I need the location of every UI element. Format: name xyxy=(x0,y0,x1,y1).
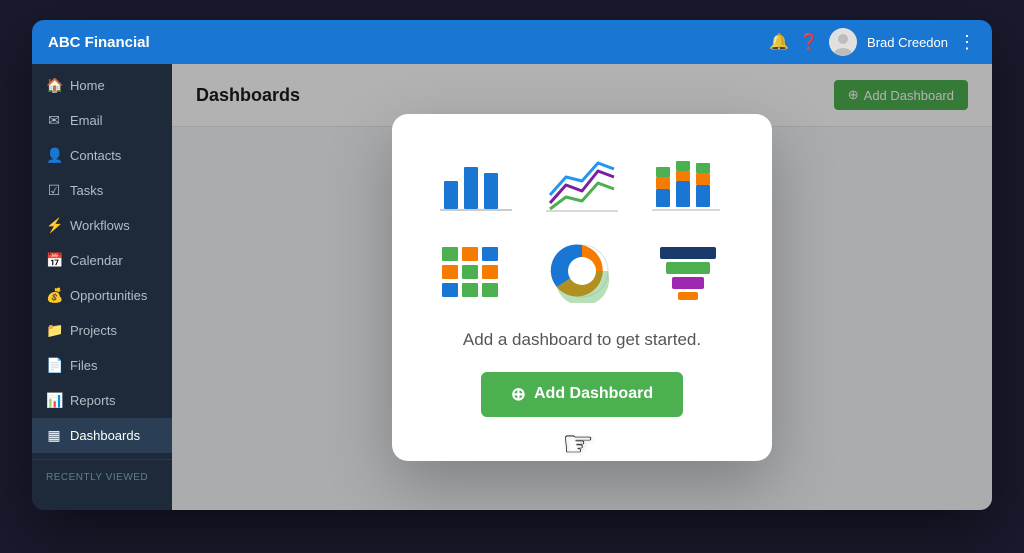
sidebar: 🏠 Home ✉ Email 👤 Contacts ☑ Tasks ⚡ Work… xyxy=(32,64,172,510)
workflows-icon: ⚡ xyxy=(46,217,62,234)
sidebar-item-home[interactable]: 🏠 Home xyxy=(32,68,172,103)
sidebar-item-label: Dashboards xyxy=(70,428,140,443)
sidebar-item-label: Contacts xyxy=(70,148,121,163)
sidebar-item-label: Files xyxy=(70,358,97,373)
content-area: Dashboards ⊕ Add Dashboard xyxy=(172,64,992,510)
sidebar-item-label: Opportunities xyxy=(70,288,147,303)
funnel-chart-icon xyxy=(643,236,733,306)
dashboards-icon: ▦ xyxy=(46,427,62,444)
projects-icon: 📁 xyxy=(46,322,62,339)
sidebar-item-dashboards[interactable]: ▦ Dashboards xyxy=(32,418,172,453)
sidebar-item-reports[interactable]: 📊 Reports xyxy=(32,383,172,418)
contacts-icon: 👤 xyxy=(46,147,62,164)
top-bar: ABC Financial 🔔 ❓ Brad Creedon ⋮ xyxy=(32,20,992,64)
plus-circle-icon: ⊕ xyxy=(511,384,526,405)
sidebar-item-label: Home xyxy=(70,78,105,93)
tasks-icon: ☑ xyxy=(46,182,62,199)
recently-viewed-label: RECENTLY VIEWED xyxy=(32,466,172,485)
more-icon[interactable]: ⋮ xyxy=(958,32,976,53)
donut-chart-icon xyxy=(537,236,627,306)
modal-overlay: Add a dashboard to get started. ⊕ Add Da… xyxy=(172,64,992,510)
bell-icon[interactable]: 🔔 xyxy=(769,32,789,52)
line-chart-icon xyxy=(537,150,627,220)
chart-icons-grid xyxy=(431,150,733,306)
sidebar-item-files[interactable]: 📄 Files xyxy=(32,348,172,383)
cursor-hand: ☞ xyxy=(562,423,594,465)
sidebar-item-label: Workflows xyxy=(70,218,130,233)
sidebar-item-contacts[interactable]: 👤 Contacts xyxy=(32,138,172,173)
main-layout: 🏠 Home ✉ Email 👤 Contacts ☑ Tasks ⚡ Work… xyxy=(32,64,992,510)
app-title: ABC Financial xyxy=(48,34,150,51)
add-button-label-modal: Add Dashboard xyxy=(534,385,653,403)
top-bar-right: 🔔 ❓ Brad Creedon ⋮ xyxy=(769,28,976,56)
email-icon: ✉ xyxy=(46,112,62,129)
sidebar-item-email[interactable]: ✉ Email xyxy=(32,103,172,138)
heatmap-icon xyxy=(431,236,521,306)
stacked-bar-chart-icon xyxy=(643,150,733,220)
avatar[interactable] xyxy=(829,28,857,56)
app-container: ABC Financial 🔔 ❓ Brad Creedon ⋮ 🏠 Home xyxy=(32,20,992,510)
sidebar-item-calendar[interactable]: 📅 Calendar xyxy=(32,243,172,278)
sidebar-item-label: Calendar xyxy=(70,253,123,268)
sidebar-item-label: Tasks xyxy=(70,183,103,198)
sidebar-item-tasks[interactable]: ☑ Tasks xyxy=(32,173,172,208)
sidebar-item-label: Reports xyxy=(70,393,116,408)
calendar-icon: 📅 xyxy=(46,252,62,269)
sidebar-item-projects[interactable]: 📁 Projects xyxy=(32,313,172,348)
modal-card: Add a dashboard to get started. ⊕ Add Da… xyxy=(392,114,772,461)
home-icon: 🏠 xyxy=(46,77,62,94)
sidebar-item-opportunities[interactable]: 💰 Opportunities xyxy=(32,278,172,313)
files-icon: 📄 xyxy=(46,357,62,374)
help-icon[interactable]: ❓ xyxy=(799,32,819,52)
sidebar-item-label: Email xyxy=(70,113,103,128)
modal-message: Add a dashboard to get started. xyxy=(463,330,701,350)
bar-chart-icon xyxy=(431,150,521,220)
opportunities-icon: 💰 xyxy=(46,287,62,304)
user-name: Brad Creedon xyxy=(867,35,948,50)
sidebar-item-label: Projects xyxy=(70,323,117,338)
sidebar-divider xyxy=(32,459,172,460)
reports-icon: 📊 xyxy=(46,392,62,409)
sidebar-item-workflows[interactable]: ⚡ Workflows xyxy=(32,208,172,243)
add-dashboard-button-modal[interactable]: ⊕ Add Dashboard xyxy=(481,372,683,417)
